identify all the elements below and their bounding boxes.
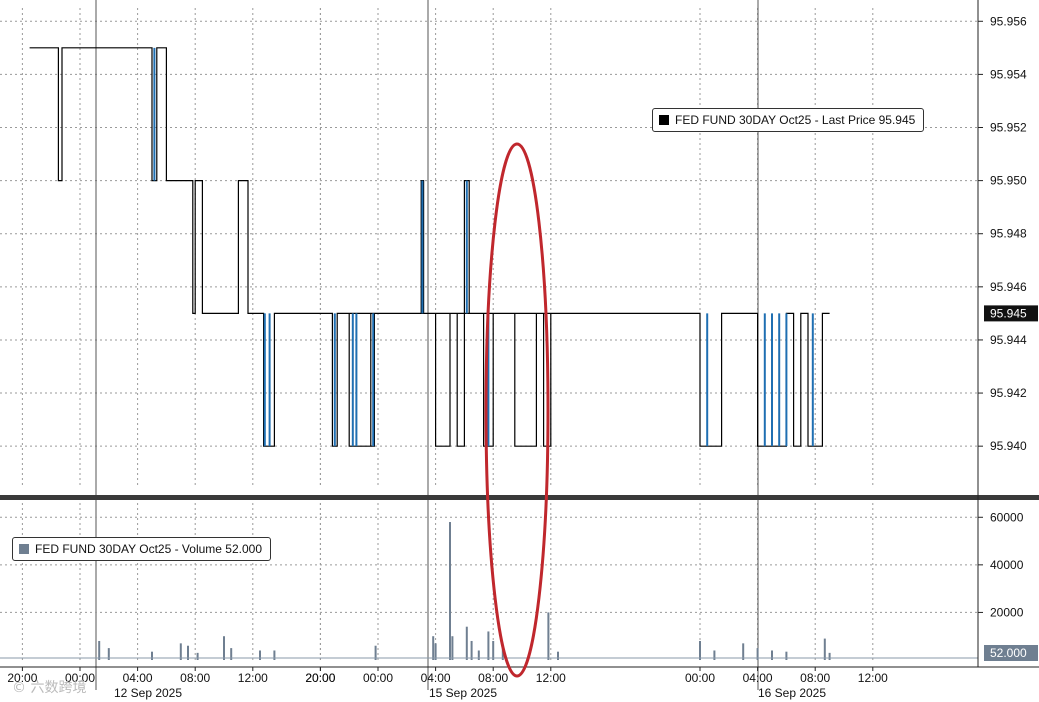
price-tick-label: 95.940 — [990, 439, 1027, 453]
last-volume-label: 52.000 — [990, 646, 1027, 660]
highlight-ellipse — [484, 142, 550, 678]
time-tick-label: 08:00 — [800, 671, 830, 685]
time-tick-label: 04:00 — [743, 671, 773, 685]
date-label: 12 Sep 2025 — [114, 686, 182, 700]
price-tick-label: 95.954 — [990, 67, 1027, 81]
time-tick-label: 04:00 — [421, 671, 451, 685]
volume-bar — [273, 650, 276, 660]
volume-legend: FED FUND 30DAY Oct25 - Volume 52.000 — [12, 537, 271, 561]
volume-bar — [547, 612, 550, 660]
price-legend-text: FED FUND 30DAY Oct25 - Last Price 95.945 — [675, 113, 916, 127]
price-tick-label: 95.956 — [990, 14, 1027, 28]
volume-bar — [713, 650, 716, 660]
volume-bar — [785, 651, 788, 660]
volume-tick-label: 60000 — [990, 510, 1024, 524]
time-tick-label: 12:00 — [238, 671, 268, 685]
volume-bar — [828, 652, 831, 660]
volume-tick-label: 20000 — [990, 605, 1024, 619]
volume-bar — [492, 640, 495, 660]
time-tick-label: 12:00 — [536, 671, 566, 685]
time-tick-label: 00:00 — [363, 671, 393, 685]
date-label: 16 Sep 2025 — [758, 686, 826, 700]
volume-bar — [449, 522, 451, 660]
volume-bar — [465, 626, 468, 660]
volume-bar — [432, 636, 435, 660]
time-tick-label: 04:00 — [123, 671, 153, 685]
price-legend-swatch — [659, 115, 669, 125]
volume-bar — [477, 650, 480, 660]
volume-bar — [259, 650, 261, 660]
price-tick-label: 95.950 — [990, 174, 1027, 188]
volume-tick-label: 40000 — [990, 558, 1024, 572]
time-tick-label: 08:00 — [478, 671, 508, 685]
watermark-logo: © 六数跨境 — [12, 680, 86, 696]
time-tick-label: 12:00 — [858, 671, 888, 685]
time-tick-label: 08:00 — [180, 671, 210, 685]
volume-legend-text: FED FUND 30DAY Oct25 - Volume 52.000 — [35, 542, 262, 556]
price-legend: FED FUND 30DAY Oct25 - Last Price 95.945 — [652, 108, 925, 132]
price-tick-label: 95.946 — [990, 280, 1027, 294]
volume-legend-swatch — [19, 544, 29, 554]
chart-canvas: 95.956 95.954 95.952 95.950 95.948 95.946 95.9… — [0, 0, 1039, 700]
volume-bar — [451, 636, 454, 660]
volume-bar — [557, 651, 559, 660]
volume-bar — [223, 636, 225, 660]
last-price-label: 95.945 — [990, 306, 1027, 320]
highlight-ellipse-shape — [484, 142, 550, 678]
volume-bar — [470, 640, 473, 660]
price-tick-label: 95.952 — [990, 121, 1027, 135]
panel-divider — [0, 495, 1039, 500]
volume-bar — [823, 638, 826, 660]
time-tick-label: 20:00 — [305, 671, 335, 685]
date-label: 15 Sep 2025 — [429, 686, 497, 700]
axes: 95.956 95.954 95.952 95.950 95.948 95.946 95.9… — [0, 0, 1039, 700]
volume-bar — [151, 651, 153, 660]
volume-bar — [771, 650, 773, 660]
time-tick-label: 00:00 — [685, 671, 715, 685]
volume-bar — [699, 640, 701, 660]
price-tick-label: 95.944 — [990, 333, 1027, 347]
volume-bar — [487, 631, 490, 660]
volume-bar — [98, 640, 101, 660]
price-tick-label: 95.942 — [990, 386, 1027, 400]
price-tick-label: 95.948 — [990, 227, 1027, 241]
volume-bar — [196, 652, 199, 660]
